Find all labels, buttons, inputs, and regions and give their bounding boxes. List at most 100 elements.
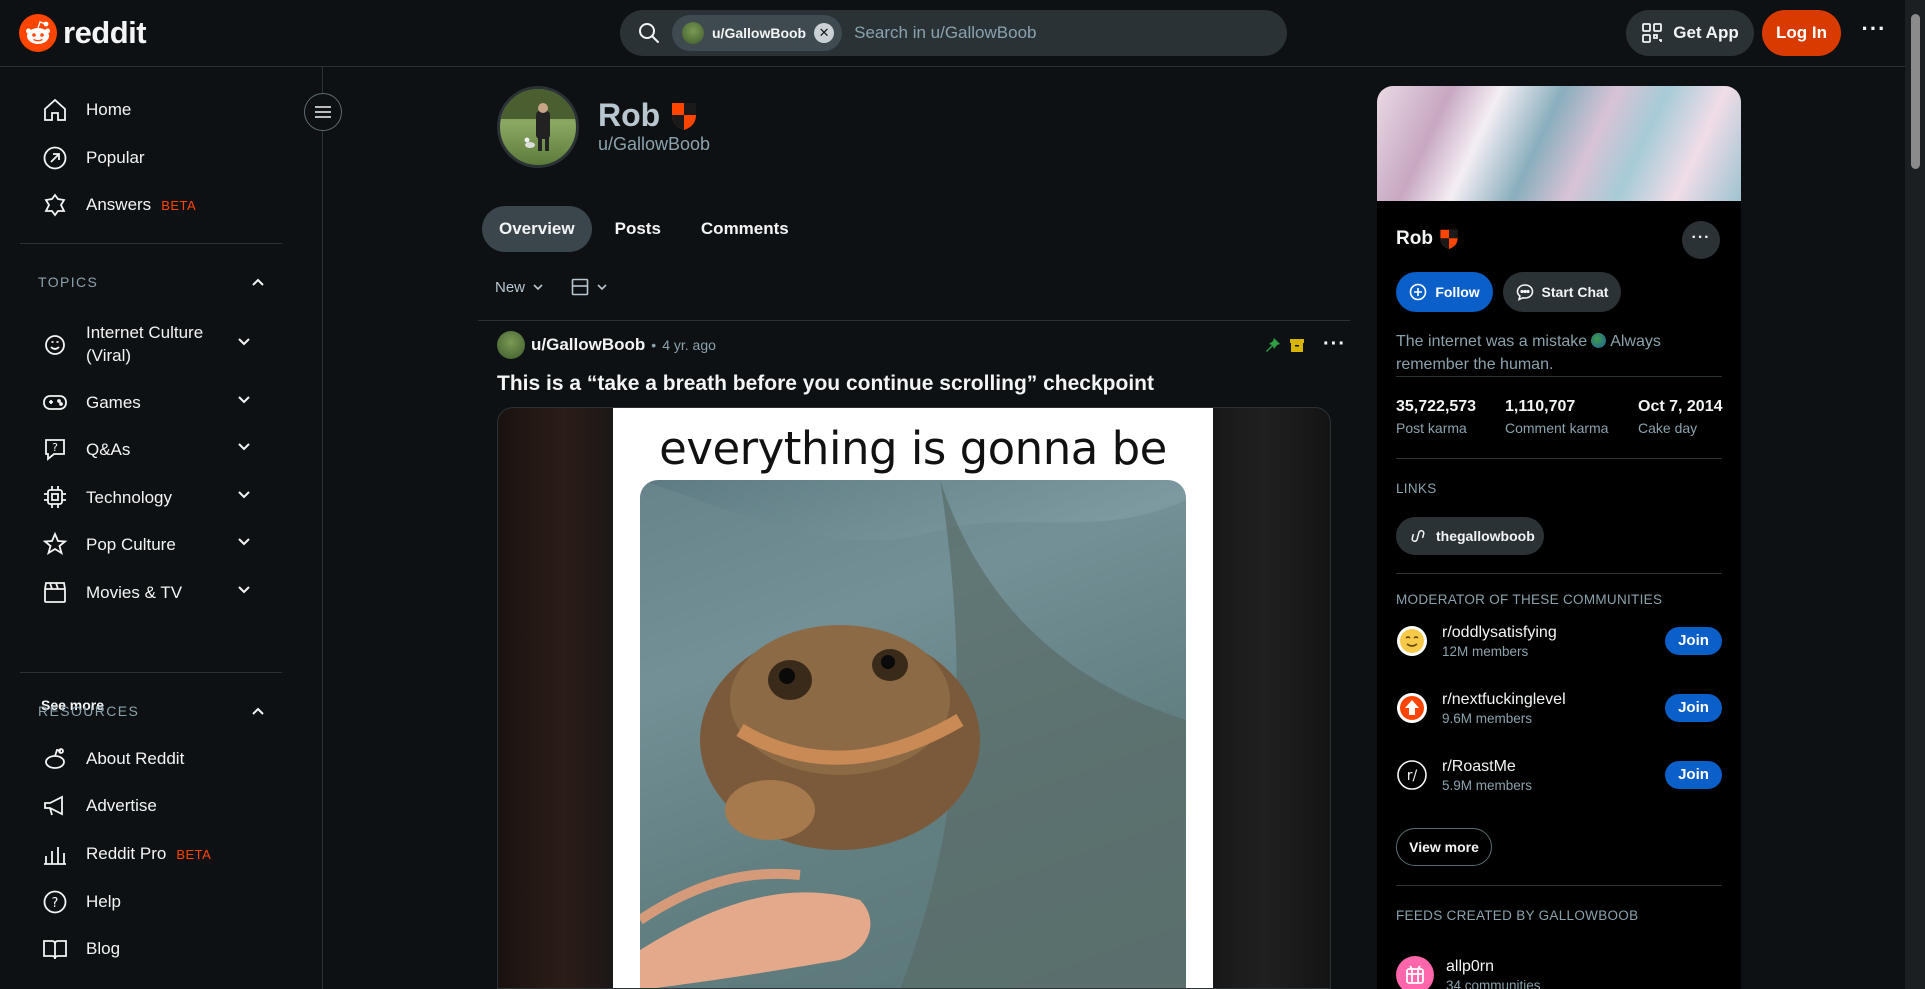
scope-label: u/GallowBoob <box>712 25 807 41</box>
hamburger-icon <box>314 104 332 120</box>
sidebar-item-about-reddit[interactable]: About Reddit <box>20 736 282 782</box>
post-title[interactable]: This is a “take a breath before you cont… <box>497 372 1154 396</box>
svg-text:?: ? <box>52 441 58 454</box>
community-name: r/oddlysatisfying <box>1442 623 1557 641</box>
tab-comments[interactable]: Comments <box>684 206 806 252</box>
sort-dropdown[interactable]: New <box>495 279 545 296</box>
feed-subtext: 34 communities <box>1446 977 1541 989</box>
get-app-label: Get App <box>1673 23 1739 42</box>
more-options-icon[interactable]: ··· <box>1858 16 1890 48</box>
post-media[interactable]: everything is gonna be fine. <box>497 407 1331 989</box>
profile-handle: u/GallowBoob <box>598 134 711 154</box>
profile-name: Rob <box>598 97 698 134</box>
collapse-sidebar-button[interactable] <box>304 93 342 131</box>
star-icon <box>42 531 68 557</box>
frog-photo <box>640 480 1186 988</box>
tab-overview[interactable]: Overview <box>482 206 592 252</box>
logo-wordmark: reddit <box>63 15 147 50</box>
archive-icon <box>1289 337 1305 353</box>
post-age: 4 yr. ago <box>662 337 716 353</box>
sidebar-item-blog[interactable]: Blog <box>20 926 282 972</box>
follow-button[interactable]: Follow <box>1396 272 1493 312</box>
oddlysatisfying-icon <box>1396 625 1428 657</box>
sidebar-topic-internet-culture[interactable]: Internet Culture (Viral) <box>20 319 282 369</box>
sidebar-item-reddit-pro[interactable]: Reddit Pro BETA <box>20 831 282 877</box>
start-chat-button[interactable]: Start Chat <box>1503 272 1621 312</box>
links-heading: LINKS <box>1396 481 1437 496</box>
sort-bar: New <box>495 278 609 296</box>
community-row[interactable]: r/oddlysatisfying 12M members Join <box>1396 616 1722 666</box>
scrollbar-thumb[interactable] <box>1911 14 1920 169</box>
login-button[interactable]: Log In <box>1762 10 1841 56</box>
sidebar-topic-games[interactable]: Games <box>20 379 282 425</box>
sidebar-item-label: Answers <box>86 195 152 214</box>
moderator-heading: MODERATOR OF THESE COMMUNITIES <box>1396 592 1663 607</box>
sidebar-item-popular[interactable]: Popular <box>20 135 282 181</box>
clear-scope-icon[interactable]: ✕ <box>814 23 835 43</box>
profile-link-chip[interactable]: thegallowboob <box>1396 517 1544 555</box>
clapperboard-icon <box>42 579 68 605</box>
topic-label: Technology <box>86 487 173 507</box>
join-button[interactable]: Join <box>1665 761 1722 789</box>
card-display-name: Rob <box>1396 228 1433 249</box>
profile-banner <box>1377 86 1741 201</box>
chat-icon <box>1516 283 1534 301</box>
feeds-heading: FEEDS CREATED BY GALLOWBOOB <box>1396 908 1639 923</box>
card-more-options-icon[interactable]: ··· <box>1682 221 1720 259</box>
globe-icon <box>1591 333 1607 348</box>
get-app-button[interactable]: Get App <box>1626 10 1754 56</box>
top-header: reddit u/GallowBoob ✕ Get App Log In ··· <box>0 0 1905 67</box>
sidebar-item-answers[interactable]: Answers BETA <box>20 182 282 228</box>
community-members: 12M members <box>1442 643 1529 659</box>
reddit-logo[interactable]: reddit <box>19 14 147 52</box>
reddit-snoo-icon <box>19 14 57 52</box>
meta-separator: • <box>651 337 657 353</box>
sidebar-divider <box>20 243 282 244</box>
community-name: r/nextfuckinglevel <box>1442 690 1566 708</box>
join-button[interactable]: Join <box>1665 627 1722 655</box>
topic-label: Internet Culture (Viral) <box>86 323 204 365</box>
gamepad-icon <box>42 389 68 415</box>
search-bar[interactable]: u/GallowBoob ✕ <box>620 10 1287 56</box>
link-label: thegallowboob <box>1436 528 1535 544</box>
view-mode-dropdown[interactable] <box>571 278 609 296</box>
page-scrollbar[interactable] <box>1905 0 1925 989</box>
chevron-down-icon <box>234 484 260 510</box>
post-author[interactable]: u/GallowBoob <box>531 335 645 355</box>
sidebar-topic-technology[interactable]: Technology <box>20 474 282 520</box>
sidebar-topic-qas[interactable]: ? Q&As <box>20 426 282 472</box>
sidebar-topic-pop-culture[interactable]: Pop Culture <box>20 521 282 567</box>
post-actions: ··· <box>1265 333 1346 356</box>
post-author-avatar[interactable] <box>497 331 525 359</box>
topic-label: Pop Culture <box>86 534 176 554</box>
community-row[interactable]: r/ r/RoastMe 5.9M members Join <box>1396 750 1722 800</box>
home-icon <box>42 97 68 123</box>
pin-icon <box>1265 337 1281 353</box>
community-row[interactable]: r/nextfuckinglevel 9.6M members Join <box>1396 683 1722 733</box>
view-more-button[interactable]: View more <box>1396 828 1492 866</box>
feed-item[interactable]: allp0rn 34 communities <box>1396 956 1541 989</box>
sidebar-item-advertise[interactable]: Advertise <box>20 783 282 829</box>
sidebar-item-home[interactable]: Home <box>20 87 282 133</box>
search-input[interactable] <box>854 23 1287 43</box>
tab-posts[interactable]: Posts <box>598 206 678 252</box>
svg-text:?: ? <box>52 896 59 911</box>
join-button[interactable]: Join <box>1665 694 1722 722</box>
beta-badge: BETA <box>161 197 197 213</box>
meme-image: everything is gonna be fine. <box>613 408 1213 988</box>
feed-grid-icon <box>1396 956 1434 989</box>
post-more-options-icon[interactable]: ··· <box>1323 333 1346 356</box>
stat-label: Comment karma <box>1505 420 1609 436</box>
sidebar-item-help[interactable]: ? Help <box>20 879 282 925</box>
book-icon <box>42 936 68 962</box>
topics-section-header[interactable]: TOPICS <box>38 267 268 297</box>
qa-icon: ? <box>42 436 68 462</box>
sidebar-item-label: Help <box>86 892 121 911</box>
topic-label: Games <box>86 392 141 412</box>
search-scope-chip[interactable]: u/GallowBoob ✕ <box>672 15 843 51</box>
moderator-shield-icon <box>1439 228 1459 250</box>
resources-section-header[interactable]: RESOURCES <box>38 696 268 726</box>
stat-value: 35,722,573 <box>1396 398 1477 415</box>
popular-icon <box>42 145 68 171</box>
sidebar-topic-movies-tv[interactable]: Movies & TV <box>20 569 282 615</box>
